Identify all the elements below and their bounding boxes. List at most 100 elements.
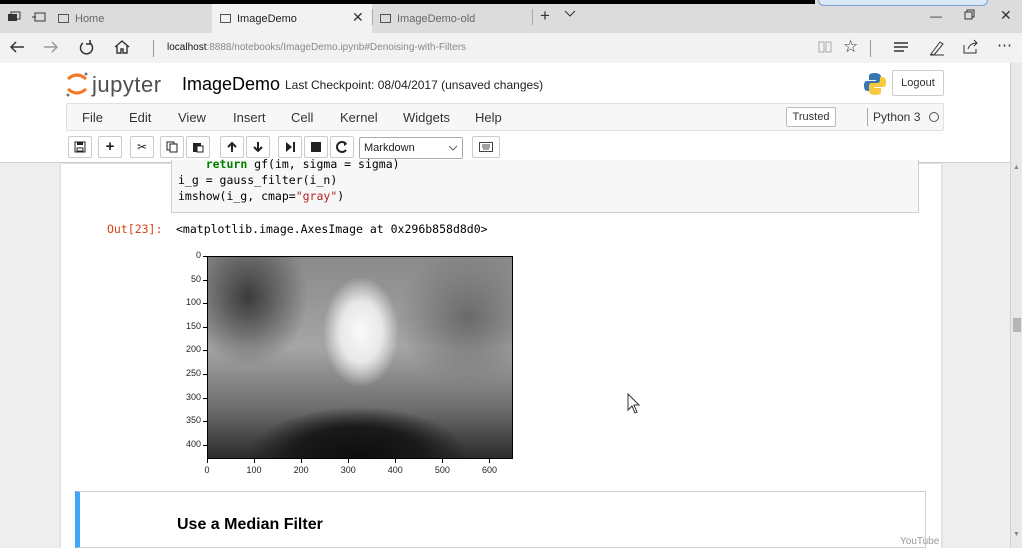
set-aside-tabs-icon[interactable] — [32, 11, 46, 23]
web-note-icon[interactable] — [928, 39, 946, 61]
scroll-down-icon[interactable]: ▼ — [1013, 531, 1020, 538]
y-tick-label: 200 — [185, 344, 201, 355]
y-tick-mark — [203, 350, 207, 352]
cut-icon[interactable]: ✂ — [130, 136, 154, 158]
paste-icon[interactable] — [186, 136, 210, 158]
notebook-title[interactable]: ImageDemo — [182, 74, 280, 95]
tab-imagedemo-old-label: ImageDemo-old — [397, 12, 476, 25]
cell-type-value: Markdown — [364, 142, 415, 154]
copy-icon[interactable] — [160, 136, 184, 158]
hub-icon[interactable] — [892, 39, 910, 59]
save-icon[interactable] — [68, 136, 92, 158]
logout-button[interactable]: Logout — [892, 70, 944, 96]
refresh-icon[interactable] — [78, 39, 96, 62]
code-cell-input[interactable]: return gf(im, sigma = sigma) i_g = gauss… — [171, 157, 919, 213]
tab-imagedemo-old[interactable]: ImageDemo-old — [380, 4, 530, 33]
x-tick-mark — [254, 459, 256, 463]
menu-kernel[interactable]: Kernel — [340, 110, 378, 125]
close-tab-icon[interactable]: ✕ — [352, 9, 364, 26]
x-tick-mark — [348, 459, 350, 463]
y-tick-label: 0 — [195, 250, 201, 260]
share-icon[interactable] — [962, 39, 980, 59]
y-tick-label: 100 — [185, 297, 201, 308]
menu-file[interactable]: File — [82, 110, 103, 125]
y-tick-mark — [203, 444, 207, 446]
tab-home[interactable]: Home — [58, 4, 208, 33]
restore-icon[interactable] — [964, 9, 975, 23]
x-tick-label: 0 — [204, 465, 210, 475]
menu-view[interactable]: View — [178, 110, 206, 125]
browser-address-bar: localhost:8888/notebooks/ImageDemo.ipynb… — [0, 33, 1022, 63]
notebook-area: return gf(im, sigma = sigma) i_g = gauss… — [0, 157, 1010, 548]
restart-kernel-icon[interactable] — [330, 136, 354, 158]
code-text: ) — [337, 189, 345, 203]
y-tick-label: 300 — [185, 391, 201, 402]
y-tick-label: 50 — [190, 273, 201, 284]
minimize-icon[interactable]: — — [930, 9, 942, 23]
tab-home-label: Home — [75, 12, 105, 25]
keyboard-shortcuts-icon[interactable] — [472, 136, 500, 158]
chevron-down-icon[interactable] — [564, 7, 576, 21]
stop-kernel-icon[interactable] — [304, 136, 328, 158]
cell-type-select[interactable]: Markdown — [359, 137, 463, 159]
code-line: i_g = gauss_filter(i_n) — [178, 173, 338, 187]
code-text: gf(im, sigma = sigma) — [247, 157, 400, 171]
menu-edit[interactable]: Edit — [129, 110, 151, 125]
jupyter-logo-icon — [66, 72, 88, 97]
tab-imagedemo[interactable]: ImageDemo — [212, 4, 372, 33]
x-tick-label: 600 — [481, 465, 497, 475]
scroll-up-icon[interactable]: ▲ — [1013, 164, 1020, 171]
kernel-name: Python 3 — [873, 110, 921, 124]
y-tick-mark — [203, 374, 207, 376]
y-tick-mark — [203, 279, 207, 281]
y-tick-mark — [203, 303, 207, 305]
markdown-cell[interactable]: Use a Median Filter — [75, 491, 926, 548]
tab-divider — [532, 9, 533, 25]
page-icon — [220, 14, 231, 23]
jupyter-logo[interactable]: jupyter — [64, 70, 174, 98]
x-tick-mark — [395, 459, 397, 463]
page-scrollbar[interactable]: ▲ ▼ — [1010, 63, 1022, 548]
trusted-indicator[interactable]: Trusted — [786, 107, 836, 127]
url-field[interactable]: localhost:8888/notebooks/ImageDemo.ipynb… — [167, 42, 466, 53]
tab-divider — [372, 9, 373, 25]
forward-arrow-icon[interactable] — [42, 39, 60, 60]
reading-view-icon[interactable] — [817, 39, 833, 59]
y-tick-label: 350 — [185, 415, 201, 426]
blurred-image-plot — [207, 256, 513, 459]
y-tick-mark — [203, 397, 207, 399]
code-text: imshow(i_g, cmap= — [178, 189, 296, 203]
output-prompt: Out[23]: — [107, 222, 163, 236]
tab-actions-icon[interactable] — [7, 11, 21, 23]
menu-cell[interactable]: Cell — [291, 110, 313, 125]
page-icon — [58, 14, 69, 23]
code-line: imshow(i_g, cmap="gray") — [178, 189, 344, 203]
markdown-heading: Use a Median Filter — [177, 516, 323, 533]
insert-cell-icon[interactable]: + — [98, 136, 122, 158]
x-tick-mark — [442, 459, 444, 463]
more-options-icon[interactable]: ⋯ — [997, 36, 1012, 54]
code-line: return gf(im, sigma = sigma) — [178, 157, 400, 171]
home-icon[interactable] — [113, 39, 131, 60]
mouse-cursor-icon — [627, 392, 641, 420]
run-cell-icon[interactable] — [278, 136, 302, 158]
kernel-divider — [867, 108, 868, 126]
menu-help[interactable]: Help — [475, 110, 502, 125]
favorite-star-icon[interactable]: ☆ — [843, 37, 858, 57]
url-host: localhost — [167, 42, 207, 53]
move-down-icon[interactable] — [246, 136, 270, 158]
x-tick-label: 500 — [434, 465, 450, 475]
menu-insert[interactable]: Insert — [233, 110, 266, 125]
y-tick-label: 250 — [185, 368, 201, 379]
close-window-icon[interactable]: ✕ — [1000, 7, 1012, 24]
back-arrow-icon[interactable] — [8, 39, 26, 60]
url-path: :8888/notebooks/ImageDemo.ipynb#Denoisin… — [206, 42, 467, 53]
code-keyword: return — [205, 157, 248, 171]
menu-widgets[interactable]: Widgets — [403, 110, 450, 125]
page-icon — [380, 14, 391, 23]
new-tab-icon[interactable]: + — [540, 6, 550, 26]
scrollbar-thumb[interactable] — [1013, 318, 1021, 332]
move-up-icon[interactable] — [220, 136, 244, 158]
tab-imagedemo-label: ImageDemo — [237, 12, 297, 25]
address-divider — [153, 40, 154, 57]
